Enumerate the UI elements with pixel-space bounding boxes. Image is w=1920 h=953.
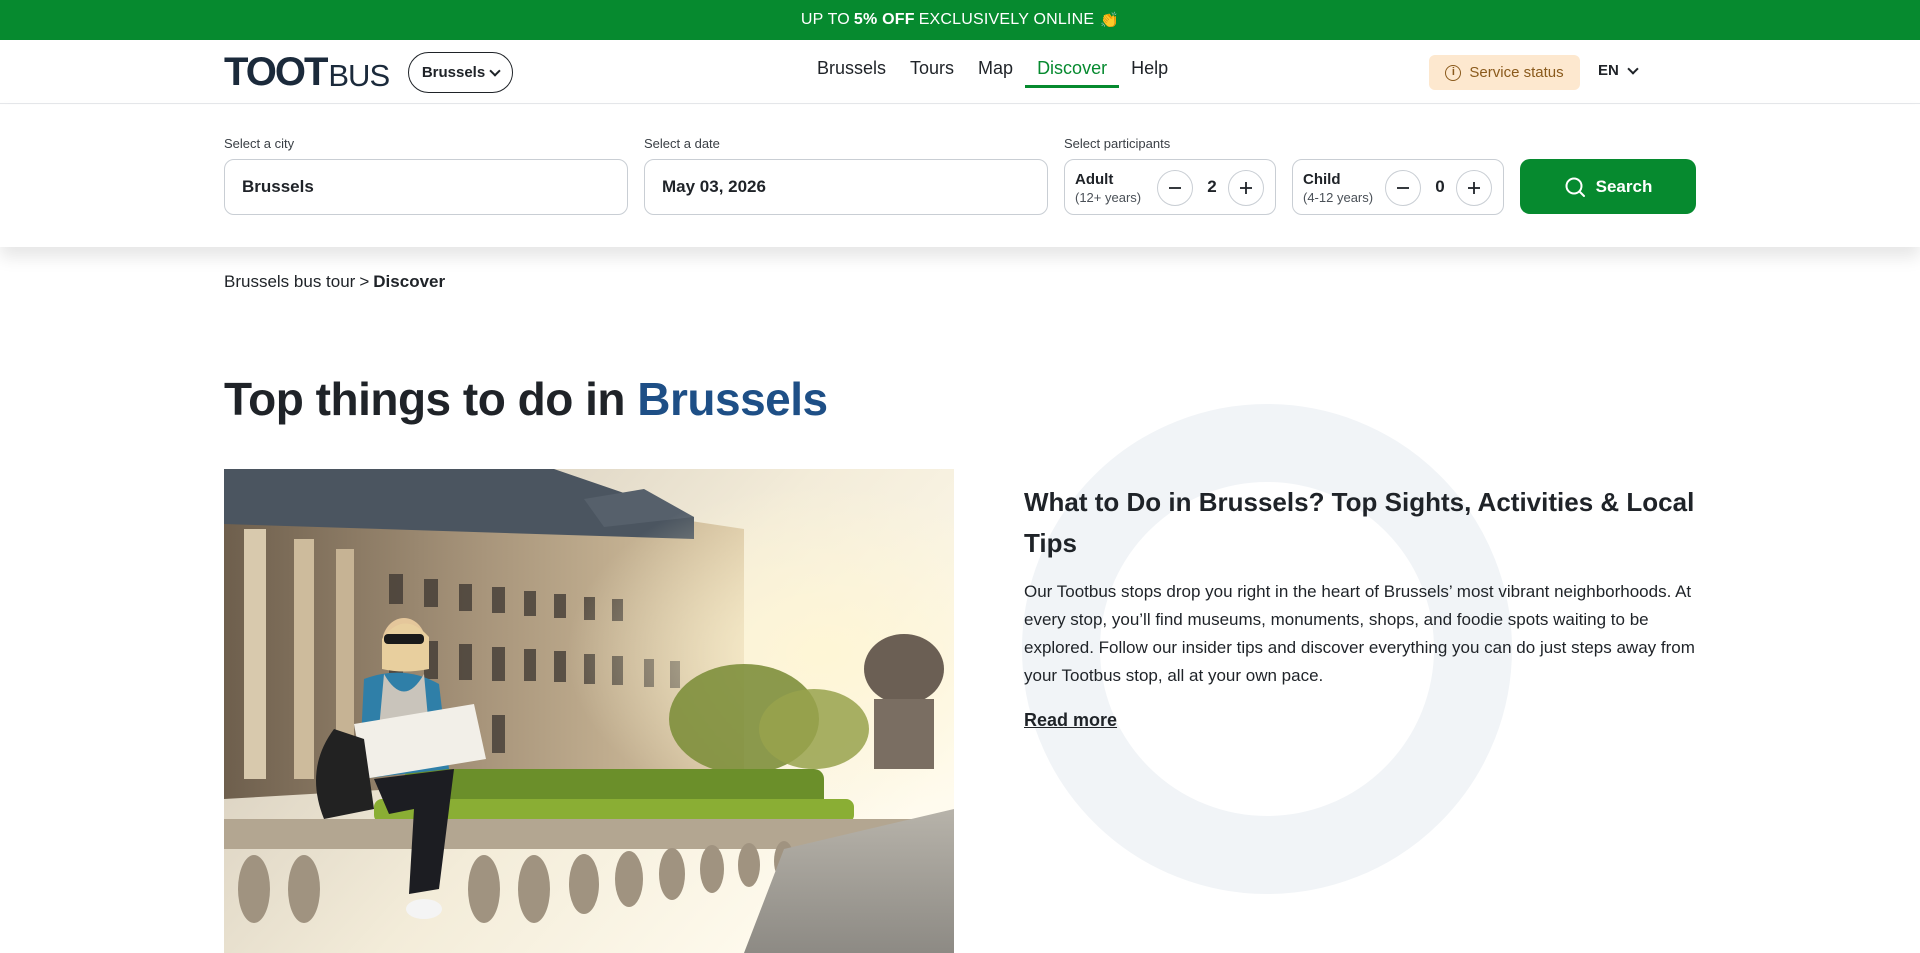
promo-suffix: EXCLUSIVELY ONLINE (918, 11, 1095, 28)
city-select-field[interactable]: Brussels (224, 159, 628, 215)
search-icon (1565, 177, 1585, 197)
adult-counter: Adult (12+ years) 2 (1064, 159, 1276, 215)
chevron-down-icon (489, 64, 501, 77)
search-button[interactable]: Search (1520, 159, 1696, 214)
page-title: Top things to do in Brussels (224, 372, 828, 426)
child-counter: Child (4-12 years) 0 (1292, 159, 1504, 215)
article-heading: What to Do in Brussels? Top Sights, Acti… (1024, 487, 1695, 558)
date-field-label: Select a date (644, 136, 720, 151)
logo-main: TOOT (224, 50, 328, 94)
nav-map[interactable]: Map (966, 58, 1025, 88)
date-select-value: May 03, 2026 (662, 177, 766, 196)
service-status-button[interactable]: i Service status (1429, 55, 1580, 90)
site-header: TOOT BUS Brussels Brussels Tours Map Dis… (0, 40, 1920, 104)
adult-count: 2 (1207, 177, 1217, 196)
plus-icon (1240, 182, 1252, 194)
language-label: EN (1598, 62, 1619, 79)
child-decrement-button[interactable] (1385, 170, 1421, 206)
city-selector-button[interactable]: Brussels (408, 52, 513, 93)
adult-increment-button[interactable] (1228, 170, 1264, 206)
plus-icon (1468, 182, 1480, 194)
main-nav: Brussels Tours Map Discover Help (817, 58, 1180, 88)
participants-label: Select participants (1064, 136, 1171, 151)
breadcrumb: Brussels bus tour > Discover (224, 272, 445, 292)
service-status-label: Service status (1469, 64, 1564, 81)
hero-photo-royal-palace (224, 469, 954, 953)
article-body: Our Tootbus stops drop you right in the … (1024, 582, 1695, 685)
child-label: Child (1303, 171, 1341, 188)
adult-decrement-button[interactable] (1157, 170, 1193, 206)
nav-tours[interactable]: Tours (898, 58, 966, 88)
language-selector[interactable]: EN (1598, 62, 1639, 79)
page-title-prefix: Top things to do in (224, 373, 625, 425)
minus-icon (1397, 187, 1409, 189)
promo-banner: UP TO 5% OFF EXCLUSIVELY ONLINE 👏 (0, 0, 1920, 40)
info-icon: i (1445, 64, 1462, 81)
breadcrumb-parent-link[interactable]: Brussels bus tour (224, 272, 355, 291)
city-select-value: Brussels (242, 177, 314, 196)
palace-illustration (224, 469, 954, 953)
nav-discover[interactable]: Discover (1025, 58, 1120, 88)
tootbus-logo[interactable]: TOOT BUS (224, 50, 390, 94)
breadcrumb-current: Discover (373, 272, 446, 291)
nav-brussels[interactable]: Brussels (817, 58, 898, 88)
adult-label: Adult (1075, 171, 1114, 188)
city-field-label: Select a city (224, 136, 295, 151)
promo-prefix: UP TO (800, 11, 850, 28)
chevron-down-icon (1627, 62, 1639, 75)
minus-icon (1169, 187, 1181, 189)
date-select-field[interactable]: May 03, 2026 (644, 159, 1048, 215)
clapping-hands-icon: 👏 (1100, 12, 1120, 29)
intro-article: What to Do in Brussels? Top Sights, Acti… (1024, 482, 1696, 731)
search-button-label: Search (1595, 176, 1653, 196)
breadcrumb-separator: > (359, 272, 370, 291)
page-title-city: Brussels (637, 373, 828, 425)
city-selector-label: Brussels (421, 64, 486, 81)
child-increment-button[interactable] (1456, 170, 1492, 206)
promo-highlight: 5% OFF (853, 11, 915, 28)
logo-sub: BUS (328, 58, 390, 93)
read-more-link[interactable]: Read more (1024, 710, 1117, 731)
child-count: 0 (1435, 177, 1445, 196)
child-age-range: (4-12 years) (1303, 190, 1374, 205)
booking-search-bar: Select a city Brussels Select a date May… (0, 105, 1920, 247)
adult-age-range: (12+ years) (1075, 190, 1142, 205)
nav-help[interactable]: Help (1119, 58, 1180, 88)
